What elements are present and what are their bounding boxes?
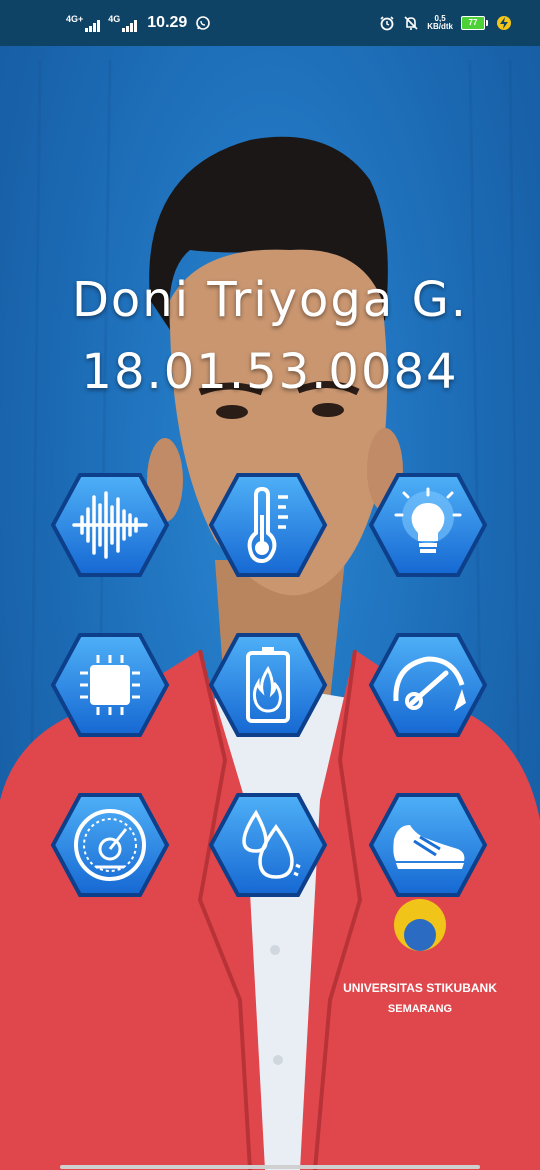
- humidity-sensor-button[interactable]: [208, 792, 328, 898]
- thermometer-icon: [247, 486, 288, 564]
- battery-tip: [486, 20, 488, 26]
- sound-sensor-button[interactable]: [50, 472, 170, 578]
- shirt-text-1: UNIVERSITAS STIKUBANK: [343, 981, 497, 995]
- running-shoe-icon: [393, 825, 465, 869]
- signal-bars-icon: [85, 19, 101, 32]
- notifications-off-icon: [404, 16, 418, 30]
- whatsapp-icon: [196, 16, 211, 30]
- charging-bolt-icon: [497, 16, 511, 30]
- speedometer-icon: [393, 656, 466, 711]
- alarm-icon: [380, 16, 394, 31]
- profile-photo: UNIVERSITAS STIKUBANK SEMARANG: [0, 59, 540, 1170]
- profile-name: Doni Triyoga G.: [71, 272, 469, 328]
- step-counter-button[interactable]: [368, 792, 488, 898]
- humidity-drops-icon: [242, 809, 301, 879]
- status-bar: 4G+ 4G 10.29 0,5 KB/dtk 77: [0, 0, 540, 46]
- profile-id: 18.01.53.0084: [81, 344, 459, 400]
- pressure-sensor-button[interactable]: [50, 792, 170, 898]
- network-type-1: 4G+: [66, 13, 84, 24]
- processor-chip-icon: [80, 655, 140, 715]
- battery-level: 77: [461, 16, 485, 30]
- signal-indicator-1: 4G+: [66, 13, 101, 32]
- network-speed-unit: KB/dtk: [427, 22, 453, 31]
- status-bar-left: 4G+ 4G 10.29: [66, 14, 211, 32]
- battery-temperature-button[interactable]: [208, 632, 328, 738]
- temperature-sensor-button[interactable]: [208, 472, 328, 578]
- light-sensor-button[interactable]: [368, 472, 488, 578]
- home-indicator[interactable]: [60, 1165, 480, 1169]
- network-speed: 0,5 KB/dtk: [427, 15, 453, 31]
- signal-indicator-2: 4G: [108, 13, 138, 32]
- shirt-text-2: SEMARANG: [388, 1003, 452, 1015]
- signal-bars-icon: [122, 19, 138, 32]
- sound-wave-icon: [72, 491, 148, 559]
- pressure-gauge-icon: [74, 809, 146, 881]
- speedometer-button[interactable]: [368, 632, 488, 738]
- processor-button[interactable]: [50, 632, 170, 738]
- status-bar-right: 0,5 KB/dtk 77: [379, 15, 512, 31]
- network-type-2: 4G: [108, 13, 121, 24]
- light-bulb-icon: [394, 487, 462, 553]
- battery-indicator: 77: [461, 16, 488, 30]
- profile-photo-background: UNIVERSITAS STIKUBANK SEMARANG: [0, 0, 540, 1170]
- clock-time: 10.29: [147, 14, 188, 31]
- battery-heat-icon: [246, 647, 290, 723]
